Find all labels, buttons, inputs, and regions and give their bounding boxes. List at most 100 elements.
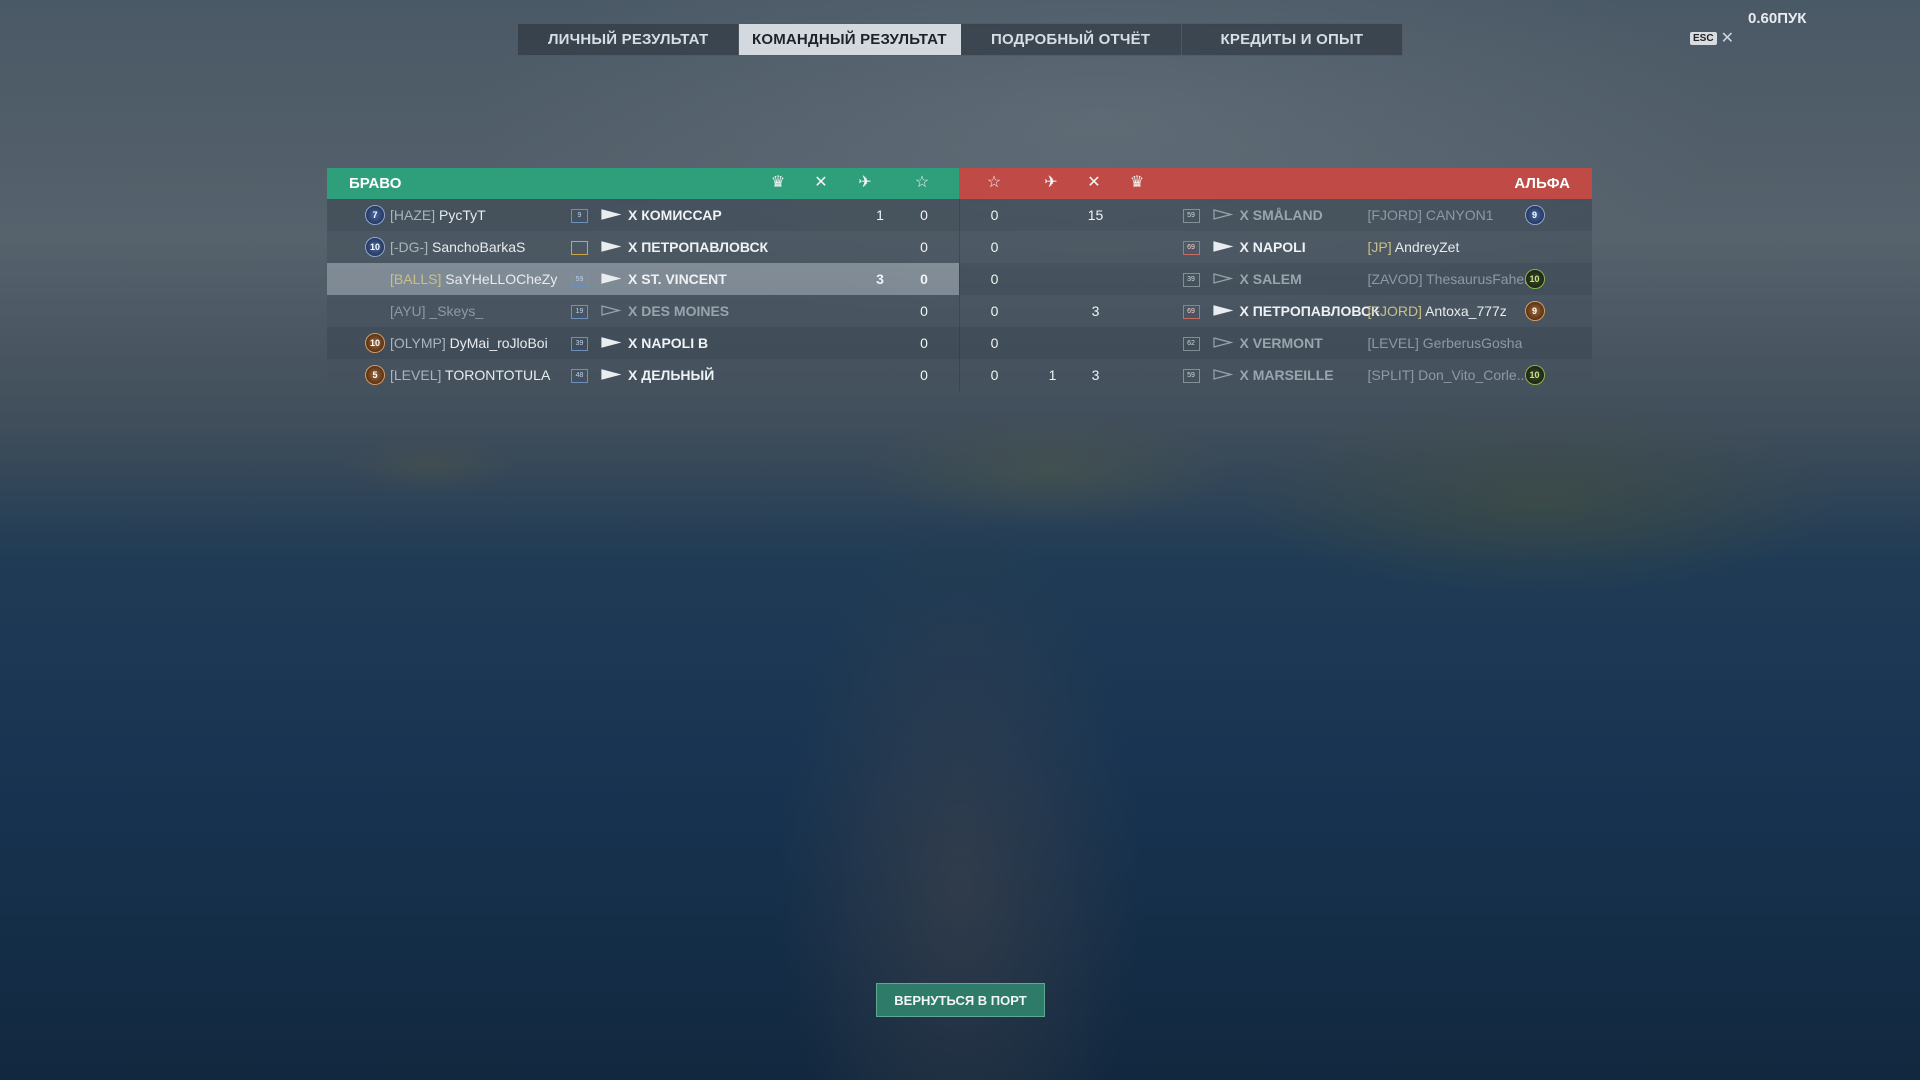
team-right-player[interactable]: 0 15 59 X SMÅLAND [FJORD] CANYON1 9 <box>958 199 1592 231</box>
ship-class-icon <box>601 273 621 284</box>
base-points-count: 0 <box>990 271 999 287</box>
ships-destroyed-count: 3 <box>876 271 884 287</box>
nickname: TORONTOTULA <box>445 367 551 383</box>
esc-key-hint: ESC <box>1690 31 1717 45</box>
ship-class-icon <box>1212 305 1233 316</box>
clan-tag: [LEVEL] <box>1367 335 1419 351</box>
team-left-player[interactable]: 5 [LEVEL] TORONTOTULA 48 X ДЕЛЬНЫЙ 0 <box>327 359 959 391</box>
ship-tier-badge: 48 <box>571 369 588 383</box>
close-icon[interactable]: ✕ <box>1721 28 1734 48</box>
planes-destroyed-count: 1 <box>1048 367 1057 383</box>
team-results-panel: БРАВО ♛ ✕ ✈ ☆ ☆ ✈ ✕ ♛ АЛЬФА 7 [HAZE] PycT… <box>327 168 1592 391</box>
crossed-guns-icon: ✕ <box>1087 174 1101 191</box>
tab-detailed-report[interactable]: ПОДРОБНЫЙ ОТЧЁТ <box>961 24 1182 55</box>
team-left-player[interactable]: [AYU] _Skeys_ 19 X DES MOINES 0 <box>327 295 959 327</box>
clan-tag: [FJORD] <box>1367 207 1422 223</box>
rank-badge-icon: 9 <box>1524 205 1545 225</box>
ship-class-icon <box>1212 209 1233 220</box>
nickname: Antoxa_777z <box>1425 303 1507 319</box>
teams-header: БРАВО ♛ ✕ ✈ ☆ ☆ ✈ ✕ ♛ АЛЬФА <box>327 168 1592 199</box>
ship-name: X SALEM <box>1239 271 1302 287</box>
ship-class-icon <box>601 369 621 380</box>
player-name: [LEVEL] TORONTOTULA <box>390 367 550 383</box>
clan-tag: [JP] <box>1367 239 1392 255</box>
team-right-player[interactable]: 0 1 3 59 X MARSEILLE [SPLIT] Don_Vito_Corle..… <box>958 359 1592 391</box>
ship-name: X NAPOLI <box>1239 239 1306 255</box>
plane-icon: ✈ <box>858 174 872 191</box>
player-name: [AYU] _Skeys_ <box>390 303 483 319</box>
ship-tier-badge: 62 <box>1182 337 1200 351</box>
player-name: [FJORD] Antoxa_777z <box>1368 303 1507 319</box>
version-label: 0.60ПУК <box>1748 10 1807 27</box>
nickname: Don_Vito_Corle... <box>1418 367 1529 383</box>
clan-tag: [ZAVOD] <box>1367 271 1423 287</box>
nickname: PycTyT <box>439 207 486 223</box>
ship-tier-badge: 59 <box>1182 209 1200 223</box>
player-name: [FJORD] CANYON1 <box>1368 207 1494 223</box>
ship-tier-badge: 9 <box>571 209 588 223</box>
team-right-player[interactable]: 0 39 X SALEM [ZAVOD] ThesaurusFahen 10 <box>958 263 1592 295</box>
nickname: CANYON1 <box>1425 207 1494 223</box>
team-left-player[interactable]: 10 [OLYMP] DyMai_roJloBoi 39 X NAPOLI B 0 <box>327 327 959 359</box>
clan-tag: [-DG-] <box>390 239 429 255</box>
ship-class-icon <box>1212 241 1233 252</box>
ship-class-icon <box>601 305 621 316</box>
team-right-name: АЛЬФА <box>1514 175 1570 192</box>
rank-badge-icon: 10 <box>365 237 385 257</box>
player-name: [JP] AndreyZet <box>1368 239 1460 255</box>
nickname: DyMai_roJloBoi <box>449 335 548 351</box>
clan-tag: [SPLIT] <box>1367 367 1415 383</box>
team-left-player[interactable]: 10 [-DG-] SanchoBarkaS X ПЕТРОПАВЛОВСК 0 <box>327 231 959 263</box>
return-to-port-button[interactable]: ВЕРНУТЬСЯ В ПОРТ <box>876 983 1045 1017</box>
team-right-player[interactable]: 0 62 X VERMONT [LEVEL] GerberusGosha <box>958 327 1592 359</box>
rank-badge-icon: 9 <box>1524 301 1545 321</box>
base-points-count: 0 <box>990 335 999 351</box>
rank-badge-icon: 7 <box>365 205 385 225</box>
base-points-count: 0 <box>990 239 999 255</box>
ship-class-icon <box>1212 369 1233 380</box>
laurel-icon: ♛ <box>1129 174 1145 191</box>
ship-class-icon <box>601 337 621 348</box>
tab-personal-result[interactable]: ЛИЧНЫЙ РЕЗУЛЬТАТ <box>518 24 740 55</box>
rank-badge-icon: 10 <box>1524 269 1545 289</box>
team-left-player[interactable]: 7 [HAZE] PycTyT 9 X КОМИССАР 1 0 <box>327 199 959 231</box>
clan-tag: [FJORD] <box>1367 303 1422 319</box>
nickname: AndreyZet <box>1394 239 1460 255</box>
table-row: [AYU] _Skeys_ 19 X DES MOINES 0 0 3 69 X ПЕТРОП… <box>327 295 1592 327</box>
star-icon: ☆ <box>914 174 930 191</box>
table-row: 7 [HAZE] PycTyT 9 X КОМИССАР 1 0 0 15 59 X SMÅLAN… <box>327 199 1592 231</box>
tab-credits-xp[interactable]: КРЕДИТЫ И ОПЫТ <box>1182 24 1402 55</box>
base-points-count: 0 <box>920 335 928 351</box>
table-row: 10 [OLYMP] DyMai_roJloBoi 39 X NAPOLI B 0 0 62… <box>327 327 1592 359</box>
ship-name: X DES MOINES <box>628 303 730 319</box>
ships-destroyed-count: 3 <box>1091 303 1100 319</box>
tab-team-result[interactable]: КОМАНДНЫЙ РЕЗУЛЬТАТ <box>739 24 961 55</box>
player-name: [BALLS] SaYHeLLOCheZy <box>390 271 557 287</box>
ship-class-icon <box>1212 273 1233 284</box>
clan-tag: [BALLS] <box>390 271 442 287</box>
ship-name: X ПЕТРОПАВЛОВСК <box>628 239 769 255</box>
ship-class-icon <box>601 209 621 220</box>
player-name: [HAZE] PycTyT <box>390 207 486 223</box>
ship-class-icon <box>1212 337 1233 348</box>
ship-class-icon <box>601 241 621 252</box>
ships-destroyed-count: 3 <box>1091 367 1100 383</box>
rank-badge-icon: 10 <box>1524 365 1545 385</box>
esc-close-control[interactable]: ESC ✕ <box>1690 28 1734 48</box>
nickname: _Skeys_ <box>429 303 484 319</box>
ship-name: X КОМИССАР <box>628 207 722 223</box>
player-name: [LEVEL] GerberusGosha <box>1368 335 1523 351</box>
nickname: ThesaurusFahen <box>1426 271 1532 287</box>
ship-name: X NAPOLI B <box>628 335 709 351</box>
ship-tier-badge: 39 <box>1182 273 1200 287</box>
clan-tag: [OLYMP] <box>390 335 446 351</box>
team-left-player[interactable]: [BALLS] SaYHeLLOCheZy 59 X ST. VINCENT 3 0 <box>327 263 959 295</box>
table-row: [BALLS] SaYHeLLOCheZy 59 X ST. VINCENT 3 0 0 3… <box>327 263 1592 295</box>
base-points-count: 0 <box>990 303 999 319</box>
player-name: [-DG-] SanchoBarkaS <box>390 239 525 255</box>
player-rows: 7 [HAZE] PycTyT 9 X КОМИССАР 1 0 0 15 59 X SMÅLAN… <box>327 199 1592 391</box>
team-right-player[interactable]: 0 69 X NAPOLI [JP] AndreyZet <box>958 231 1592 263</box>
team-right-player[interactable]: 0 3 69 X ПЕТРОПАВЛОВСК [FJORD] Antoxa_777z 9 <box>958 295 1592 327</box>
player-name: [OLYMP] DyMai_roJloBoi <box>390 335 548 351</box>
ships-destroyed-count: 15 <box>1087 207 1104 223</box>
